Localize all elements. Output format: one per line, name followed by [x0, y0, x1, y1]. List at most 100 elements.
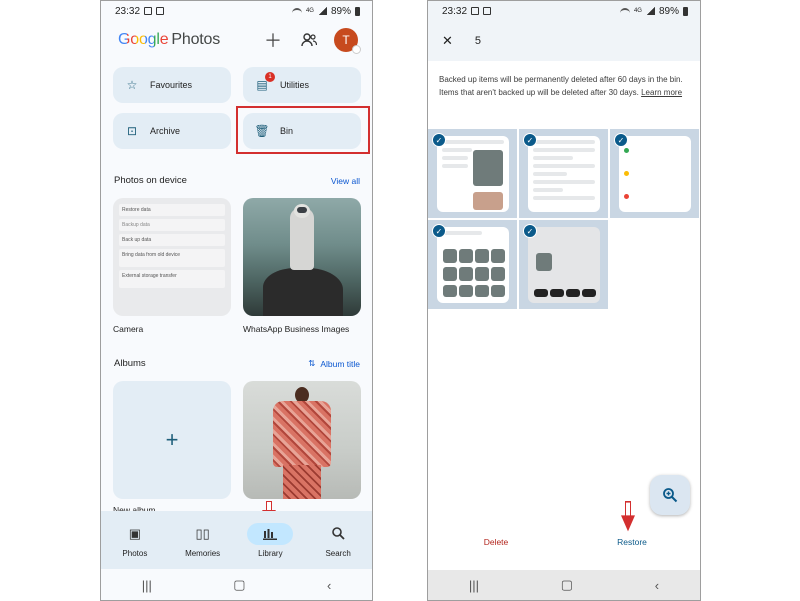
- favourites-label: Favourites: [150, 80, 193, 90]
- back-icon[interactable]: ‹: [655, 578, 659, 593]
- thumb-row: Bring data from old device: [119, 249, 225, 267]
- gallery-notification-icon: [144, 7, 153, 15]
- selected-check-icon: ✓: [432, 224, 446, 238]
- status-time: 23:32: [442, 5, 468, 17]
- battery-icon: [355, 6, 360, 16]
- screenshot-thumbnail: [619, 136, 691, 212]
- utilities-icon: ▤ 1: [255, 72, 275, 92]
- whatsapp-label: WhatsApp Business Images: [243, 324, 350, 334]
- section-title: Albums: [114, 358, 146, 369]
- sharing-icon[interactable]: [298, 29, 320, 51]
- status-time: 23:32: [115, 5, 141, 17]
- check-notification-icon: [483, 7, 492, 15]
- system-navigation-bar: ||| ▢ ‹: [428, 570, 700, 600]
- new-album-button[interactable]: +: [113, 381, 231, 499]
- bin-highlight-box: [236, 106, 370, 154]
- thumb-row: Backup data: [119, 219, 225, 231]
- add-icon[interactable]: ＋: [262, 29, 284, 51]
- selection-header: ✕ 5: [428, 21, 700, 61]
- screenshot-thumbnail: [437, 227, 509, 303]
- screenshot-thumbnail: [528, 136, 600, 212]
- check-notification-icon: [156, 7, 165, 15]
- person-pants: [283, 465, 321, 499]
- home-icon[interactable]: ▢: [233, 577, 245, 593]
- nav-label: Photos: [122, 548, 148, 558]
- person-shirt: [273, 401, 331, 467]
- app-header: Google Photos ＋ T: [101, 21, 372, 59]
- bin-item[interactable]: ✓: [519, 129, 608, 218]
- view-all-link[interactable]: View all: [331, 176, 360, 186]
- status-bar: 23:32 4G 89%: [428, 1, 700, 21]
- bin-item[interactable]: ✓: [610, 129, 699, 218]
- bin-action-bar: Delete Restore: [428, 537, 700, 547]
- nav-label: Library: [258, 548, 283, 558]
- photos-on-device-header: Photos on device View all: [114, 175, 360, 186]
- thumb-row: Restore data: [119, 204, 225, 216]
- annotation-arrow: [621, 501, 635, 533]
- selected-check-icon: ✓: [432, 133, 446, 147]
- battery-percent: 89%: [330, 5, 351, 17]
- bin-item[interactable]: ✓: [519, 220, 608, 309]
- delete-button[interactable]: Delete: [428, 537, 564, 547]
- avatar[interactable]: T: [334, 28, 361, 54]
- hotspot-icon: [619, 7, 630, 15]
- account-status-icon: [352, 45, 361, 54]
- astronaut-visor: [297, 207, 307, 213]
- album-thumbnail[interactable]: [243, 381, 361, 499]
- archive-label: Archive: [150, 126, 181, 136]
- home-icon[interactable]: ▢: [561, 577, 573, 593]
- restore-button[interactable]: Restore: [564, 537, 700, 547]
- library-screen: 23:32 4G 89% Google Photos ＋ T ☆ Favouri…: [100, 0, 373, 601]
- learn-more-link[interactable]: Learn more: [641, 88, 682, 97]
- nav-label: Memories: [185, 548, 221, 558]
- utilities-tile[interactable]: ▤ 1 Utilities: [243, 67, 361, 103]
- whatsapp-folder-thumbnail[interactable]: [243, 198, 361, 316]
- zoom-in-icon: [663, 488, 678, 503]
- nav-label: Search: [325, 548, 351, 558]
- thumb-row: External storage transfer: [119, 270, 225, 288]
- bottom-navigation: ▣ Photos ▯▯ Memories Library Search: [101, 511, 372, 569]
- albums-header: Albums ⇅ Album title: [114, 358, 360, 369]
- network-type: 4G: [633, 8, 642, 14]
- hotspot-icon: [291, 7, 302, 15]
- notification-badge: 1: [265, 72, 275, 82]
- network-type: 4G: [305, 8, 314, 14]
- selected-check-icon: ✓: [523, 133, 537, 147]
- archive-icon: ⊡: [126, 124, 138, 138]
- selection-count: 5: [474, 35, 482, 47]
- recent-apps-icon[interactable]: |||: [142, 578, 152, 593]
- album-sort-button[interactable]: ⇅ Album title: [308, 358, 360, 369]
- close-icon[interactable]: ✕: [442, 33, 453, 49]
- recent-apps-icon[interactable]: |||: [469, 578, 479, 593]
- archive-tile[interactable]: ⊡ Archive: [113, 113, 231, 149]
- battery-icon: [683, 6, 688, 16]
- google-photos-logo: Google Photos: [118, 31, 220, 49]
- search-icon: [315, 523, 361, 545]
- photo-icon: ▣: [128, 525, 142, 541]
- nav-memories[interactable]: ▯▯ Memories: [173, 523, 233, 558]
- memories-icon: ▯▯: [195, 525, 210, 541]
- thumb-row: Back up data: [119, 234, 225, 246]
- star-icon: ☆: [126, 78, 138, 92]
- back-icon[interactable]: ‹: [327, 578, 331, 593]
- bin-item[interactable]: ✓: [428, 220, 517, 309]
- nav-library[interactable]: Library: [240, 522, 300, 558]
- signal-icon: [317, 7, 327, 15]
- selected-check-icon: ✓: [614, 133, 628, 147]
- album-sort-label: Album title: [320, 358, 360, 369]
- logo-photos: Photos: [171, 31, 221, 48]
- nav-photos[interactable]: ▣ Photos: [105, 523, 165, 558]
- zoom-button[interactable]: [650, 475, 690, 515]
- camera-label: Camera: [113, 324, 144, 334]
- bin-item[interactable]: ✓: [428, 129, 517, 218]
- favourites-tile[interactable]: ☆ Favourites: [113, 67, 231, 103]
- signal-icon: [645, 7, 655, 15]
- utilities-label: Utilities: [280, 80, 310, 90]
- battery-percent: 89%: [658, 5, 679, 17]
- library-icon: [247, 522, 294, 545]
- camera-folder-thumbnail[interactable]: Restore data Backup data Back up data Br…: [113, 198, 231, 316]
- screenshot-thumbnail: [528, 227, 600, 303]
- sort-icon: ⇅: [308, 358, 316, 368]
- section-title: Photos on device: [114, 175, 187, 186]
- nav-search[interactable]: Search: [308, 523, 368, 558]
